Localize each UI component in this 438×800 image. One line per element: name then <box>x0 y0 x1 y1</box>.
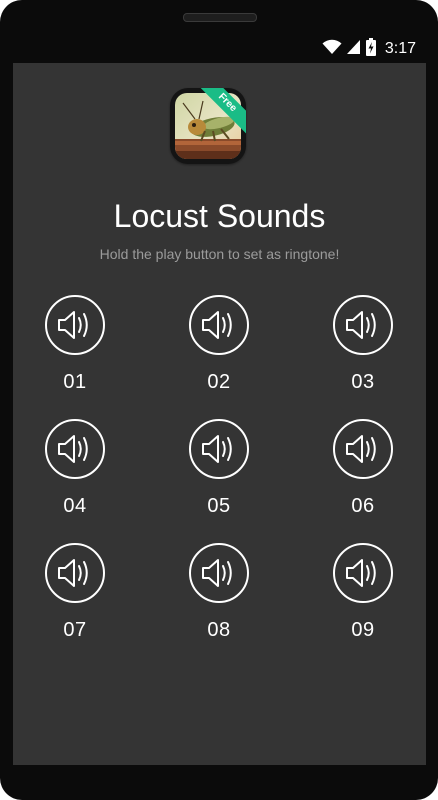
sound-button-04[interactable]: 04 <box>25 419 125 518</box>
sound-button-01[interactable]: 01 <box>25 295 125 394</box>
status-icons: 3:17 <box>322 37 416 61</box>
sound-label: 01 <box>63 371 87 393</box>
page-title: Locust Sounds <box>113 198 326 234</box>
battery-charging-icon <box>365 38 376 60</box>
sound-label: 03 <box>351 371 375 393</box>
speaker-icon <box>202 559 232 587</box>
sound-label: 07 <box>63 619 87 641</box>
sound-button-02[interactable]: 02 <box>169 295 269 394</box>
sound-button-08[interactable]: 08 <box>169 543 269 642</box>
speaker-icon <box>202 435 232 463</box>
sound-label: 05 <box>207 495 231 517</box>
status-time: 3:17 <box>384 40 416 57</box>
sound-label: 04 <box>63 495 87 517</box>
play-button[interactable] <box>45 295 105 355</box>
sound-button-06[interactable]: 06 <box>313 419 413 518</box>
wifi-icon <box>322 39 342 59</box>
play-button[interactable] <box>189 419 249 479</box>
app-icon: Free <box>170 88 246 164</box>
speaker-icon <box>58 311 88 339</box>
free-badge: Free <box>200 88 246 134</box>
play-button[interactable] <box>333 419 393 479</box>
speaker-icon <box>346 559 376 587</box>
sound-button-09[interactable]: 09 <box>313 543 413 642</box>
speaker-icon <box>346 311 376 339</box>
speaker-icon <box>58 559 88 587</box>
sound-button-07[interactable]: 07 <box>25 543 125 642</box>
play-button[interactable] <box>333 295 393 355</box>
play-button[interactable] <box>189 543 249 603</box>
speaker-icon <box>58 435 88 463</box>
speaker-icon <box>202 311 232 339</box>
sound-button-05[interactable]: 05 <box>169 419 269 518</box>
sound-label: 09 <box>351 619 375 641</box>
free-badge-label: Free <box>200 88 246 134</box>
sound-button-03[interactable]: 03 <box>313 295 413 394</box>
play-button[interactable] <box>333 543 393 603</box>
play-button[interactable] <box>45 543 105 603</box>
phone-frame: 3:17 Free Locust Sounds Hold the play bu… <box>0 0 438 800</box>
sound-label: 02 <box>207 371 231 393</box>
status-bar: 3:17 <box>13 36 426 62</box>
sound-label: 08 <box>207 619 231 641</box>
phone-speaker-slot <box>183 13 257 22</box>
signal-icon <box>346 39 361 59</box>
speaker-icon <box>346 435 376 463</box>
play-button[interactable] <box>45 419 105 479</box>
sound-label: 06 <box>351 495 375 517</box>
page-subtitle: Hold the play button to set as ringtone! <box>99 246 340 262</box>
play-button[interactable] <box>189 295 249 355</box>
app-screen: Free Locust Sounds Hold the play button … <box>13 63 426 765</box>
